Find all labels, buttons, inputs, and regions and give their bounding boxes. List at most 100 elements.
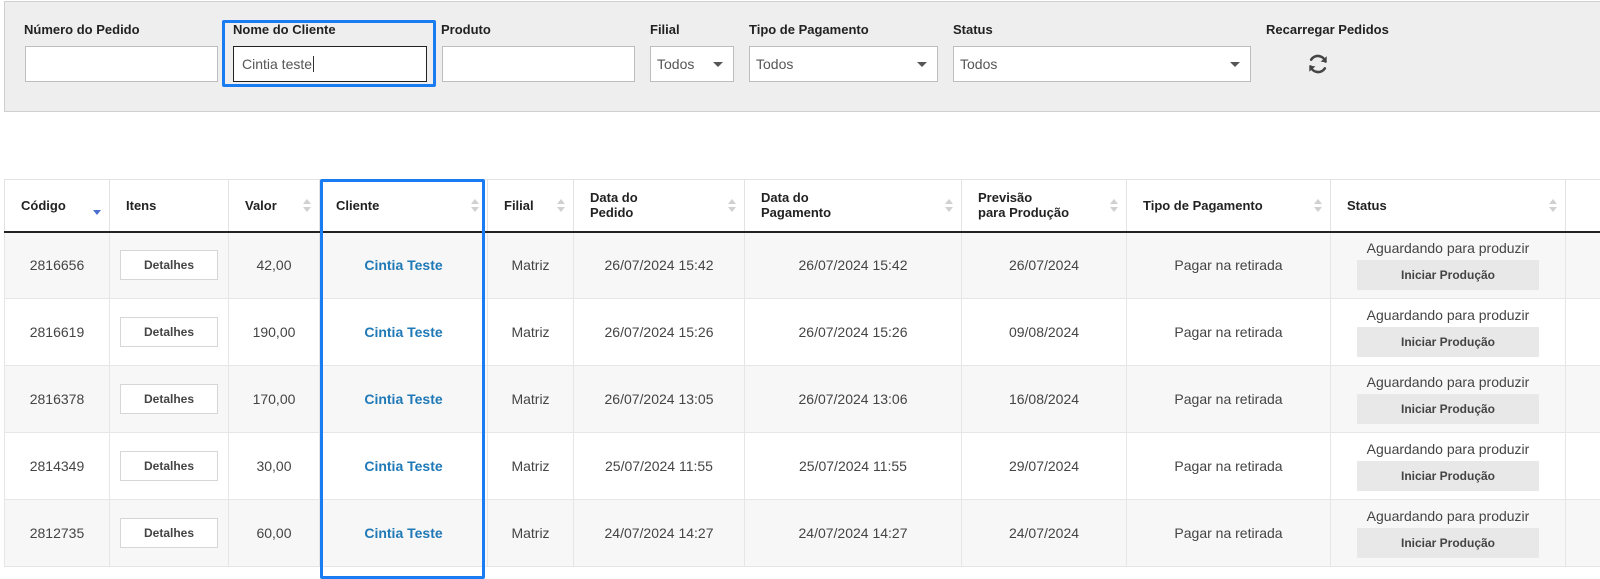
client-link[interactable]: Cintia Teste <box>364 458 442 474</box>
table-header-row: Código Itens Valor Cliente Filial Data d… <box>5 180 1600 232</box>
start-production-button[interactable]: Iniciar Produção <box>1357 461 1539 491</box>
cell-order-date: 26/07/2024 15:26 <box>574 299 745 366</box>
cell-client: Cintia Teste <box>320 232 488 299</box>
col-header-branch-label: Filial <box>504 198 534 213</box>
cell-payment-type: Pagar na retirada <box>1127 299 1331 366</box>
order-number-label: Número do Pedido <box>24 22 140 38</box>
cell-value: 190,00 <box>229 299 320 366</box>
product-input[interactable] <box>442 46 635 82</box>
cell-code: 2816378 <box>5 366 110 433</box>
cell-value: 30,00 <box>229 433 320 500</box>
col-header-value-label: Valor <box>245 198 277 213</box>
col-header-order-date[interactable]: Data do Pedido <box>574 180 745 232</box>
details-button[interactable]: Detalhes <box>120 250 218 280</box>
payment-type-select[interactable]: Todos <box>749 46 938 82</box>
cell-forecast: 09/08/2024 <box>962 299 1127 366</box>
cell-payment-date: 25/07/2024 11:55 <box>745 433 962 500</box>
col-header-code[interactable]: Código <box>5 180 110 232</box>
client-link[interactable]: Cintia Teste <box>364 525 442 541</box>
details-button[interactable]: Detalhes <box>120 317 218 347</box>
status-select[interactable]: Todos <box>953 46 1251 82</box>
cell-client: Cintia Teste <box>320 500 488 567</box>
cell-value: 42,00 <box>229 232 320 299</box>
cell-branch: Matriz <box>488 433 574 500</box>
table-row: 2812735 Detalhes 60,00 Cintia Teste Matr… <box>5 500 1600 567</box>
cell-items: Detalhes <box>110 433 229 500</box>
cell-branch: Matriz <box>488 232 574 299</box>
client-name-filter: Nome do Cliente <box>233 22 336 38</box>
start-production-button[interactable]: Iniciar Produção <box>1357 260 1539 290</box>
details-button[interactable]: Detalhes <box>120 518 218 548</box>
branch-filter: Filial <box>650 22 680 38</box>
client-name-input[interactable]: Cintia teste <box>233 46 427 82</box>
start-production-button[interactable]: Iniciar Produção <box>1357 528 1539 558</box>
col-header-forecast[interactable]: Previsão para Produção <box>962 180 1127 232</box>
client-name-label: Nome do Cliente <box>233 22 336 38</box>
cell-code: 2816656 <box>5 232 110 299</box>
cell-status: Aguardando para produzir Iniciar Produçã… <box>1331 232 1566 299</box>
cell-extra <box>1566 232 1600 299</box>
branch-label: Filial <box>650 22 680 38</box>
payment-type-label: Tipo de Pagamento <box>749 22 869 38</box>
details-button[interactable]: Detalhes <box>120 451 218 481</box>
payment-type-select-value: Todos <box>756 56 793 72</box>
cell-order-date: 26/07/2024 15:42 <box>574 232 745 299</box>
table-row: 2816656 Detalhes 42,00 Cintia Teste Matr… <box>5 232 1600 299</box>
status-text: Aguardando para produzir <box>1331 374 1565 390</box>
client-link[interactable]: Cintia Teste <box>364 257 442 273</box>
sort-icon <box>1110 199 1118 213</box>
col-header-extra <box>1566 180 1600 232</box>
cell-code: 2812735 <box>5 500 110 567</box>
start-production-button[interactable]: Iniciar Produção <box>1357 394 1539 424</box>
start-production-button[interactable]: Iniciar Produção <box>1357 327 1539 357</box>
col-header-payment-type[interactable]: Tipo de Pagamento <box>1127 180 1331 232</box>
order-number-input[interactable] <box>25 46 218 82</box>
cell-extra <box>1566 366 1600 433</box>
col-header-client[interactable]: Cliente <box>320 180 488 232</box>
col-header-items: Itens <box>110 180 229 232</box>
cell-extra <box>1566 500 1600 567</box>
col-header-payment-date[interactable]: Data do Pagamento <box>745 180 962 232</box>
col-header-payment-date-label-1: Data do <box>761 190 809 205</box>
col-header-payment-type-label: Tipo de Pagamento <box>1143 198 1263 213</box>
cell-extra <box>1566 433 1600 500</box>
cell-items: Detalhes <box>110 366 229 433</box>
col-header-value[interactable]: Valor <box>229 180 320 232</box>
reload-group: Recarregar Pedidos <box>1266 22 1389 38</box>
client-link[interactable]: Cintia Teste <box>364 391 442 407</box>
cell-status: Aguardando para produzir Iniciar Produçã… <box>1331 500 1566 567</box>
refresh-icon[interactable] <box>1306 52 1330 76</box>
cell-payment-date: 26/07/2024 15:42 <box>745 232 962 299</box>
cell-payment-type: Pagar na retirada <box>1127 366 1331 433</box>
status-select-value: Todos <box>960 56 997 72</box>
cell-payment-type: Pagar na retirada <box>1127 500 1331 567</box>
cell-items: Detalhes <box>110 299 229 366</box>
chevron-down-icon <box>917 62 927 67</box>
cell-items: Detalhes <box>110 232 229 299</box>
cell-order-date: 26/07/2024 13:05 <box>574 366 745 433</box>
cell-forecast: 29/07/2024 <box>962 433 1127 500</box>
details-button[interactable]: Detalhes <box>120 384 218 414</box>
sort-icon <box>1549 199 1557 213</box>
cell-status: Aguardando para produzir Iniciar Produçã… <box>1331 299 1566 366</box>
col-header-payment-date-label-2: Pagamento <box>761 205 831 220</box>
cell-branch: Matriz <box>488 366 574 433</box>
col-header-items-label: Itens <box>126 198 156 213</box>
col-header-status[interactable]: Status <box>1331 180 1566 232</box>
col-header-order-date-label-1: Data do <box>590 190 638 205</box>
client-link[interactable]: Cintia Teste <box>364 324 442 340</box>
col-header-branch[interactable]: Filial <box>488 180 574 232</box>
cell-branch: Matriz <box>488 299 574 366</box>
status-text: Aguardando para produzir <box>1331 307 1565 323</box>
sort-icon <box>1314 199 1322 213</box>
chevron-down-icon <box>713 62 723 67</box>
sort-icon <box>557 199 565 213</box>
status-text: Aguardando para produzir <box>1331 240 1565 256</box>
col-header-client-label: Cliente <box>336 198 379 213</box>
sort-descending-icon <box>93 202 101 216</box>
cell-order-date: 24/07/2024 14:27 <box>574 500 745 567</box>
payment-type-filter: Tipo de Pagamento <box>749 22 869 38</box>
reload-label: Recarregar Pedidos <box>1266 22 1389 38</box>
status-text: Aguardando para produzir <box>1331 441 1565 457</box>
branch-select[interactable]: Todos <box>650 46 734 82</box>
